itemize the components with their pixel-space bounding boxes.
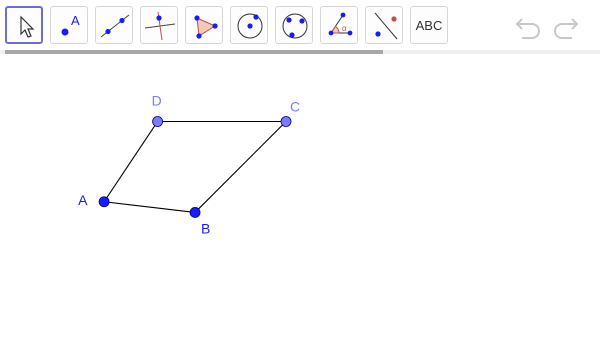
line-icon [100,14,130,38]
graphics-view[interactable]: A B C D [0,54,600,350]
point-D[interactable] [152,116,164,127]
angle-icon: α [328,12,353,36]
circle-three-points-tool-button[interactable] [275,6,313,44]
geometry-canvas[interactable]: A B C D [0,54,600,350]
redo-icon[interactable] [550,10,582,42]
point-label-A: A [78,192,88,208]
angle-tool-button[interactable]: α [320,6,358,44]
point-label-C: C [290,99,300,115]
undo-icon[interactable] [512,10,544,42]
point-A[interactable] [98,196,110,208]
text-tool-button[interactable]: ABC [410,6,448,44]
circle-center-point-tool-button[interactable] [230,6,268,44]
reflect-tool-button[interactable] [365,6,403,44]
point-B[interactable] [189,207,201,218]
text-tool-label: ABC [415,17,443,33]
angle-tool-label: α [342,24,347,33]
point-tool-button[interactable]: A [50,6,88,44]
point-label-B: B [201,220,210,236]
line-tool-button[interactable] [95,6,133,44]
point-C[interactable] [280,116,292,127]
polygon-tool-button[interactable] [185,6,223,44]
segment-AB[interactable] [104,201,196,213]
polygon-icon [194,15,218,39]
move-tool-button[interactable] [5,6,43,44]
toolbar: A α ABC [0,0,600,54]
perpendicular-line-icon [144,11,176,41]
circle-center-point-icon [237,13,263,39]
point-label-D: D [152,93,162,109]
point-icon: A [61,13,80,36]
perpendicular-line-tool-button[interactable] [140,6,178,44]
reflect-about-line-icon [374,12,398,40]
circle-three-points-icon [282,13,308,39]
cursor-arrow-icon [20,15,35,38]
point-tool-label: A [71,13,80,28]
segment-BC[interactable] [194,121,287,213]
segment-DA[interactable] [103,121,159,203]
